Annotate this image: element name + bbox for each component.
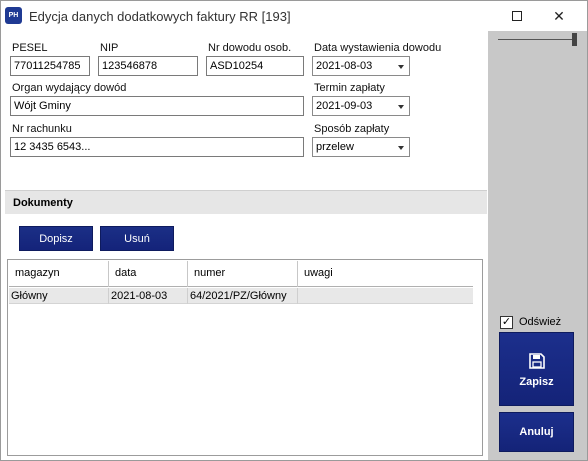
chevron-down-icon bbox=[398, 65, 404, 69]
nip-field[interactable]: 123546878 bbox=[98, 56, 198, 76]
authority-field[interactable]: Wójt Gminy bbox=[10, 96, 304, 116]
maximize-button[interactable] bbox=[497, 1, 537, 31]
documents-title: Dokumenty bbox=[13, 197, 73, 209]
cell-uwagi bbox=[298, 288, 473, 304]
id-number-label: Nr dowodu osob. bbox=[208, 42, 292, 54]
payment-method-select[interactable]: przelew bbox=[312, 137, 410, 157]
issue-date-value: 2021-08-03 bbox=[316, 60, 373, 72]
account-field[interactable]: 12 3435 6543... bbox=[10, 137, 304, 157]
due-date-value: 2021-09-03 bbox=[316, 100, 373, 112]
window-title: Edycja danych dodatkowych faktury RR [19… bbox=[29, 9, 291, 24]
cancel-button[interactable]: Anuluj bbox=[499, 412, 574, 452]
issue-date-picker[interactable]: 2021-08-03 bbox=[312, 56, 410, 76]
pesel-field[interactable]: 77011254785 bbox=[10, 56, 90, 76]
floppy-disk-icon bbox=[529, 353, 545, 369]
scroll-thumb[interactable] bbox=[572, 33, 577, 46]
app-logo-icon: PH bbox=[5, 7, 22, 24]
table-row[interactable]: Główny 2021-08-03 64/2021/PZ/Główny bbox=[9, 288, 473, 304]
table-header: magazyn data numer uwagi bbox=[9, 261, 473, 287]
save-button[interactable]: Zapisz bbox=[499, 332, 574, 406]
checkmark-icon: ✓ bbox=[501, 315, 512, 328]
account-label: Nr rachunku bbox=[12, 123, 72, 135]
due-date-label: Termin zapłaty bbox=[314, 82, 385, 94]
payment-method-label: Sposób zapłaty bbox=[314, 123, 390, 135]
column-header-numer[interactable]: numer bbox=[188, 261, 298, 287]
maximize-icon bbox=[512, 11, 522, 21]
column-header-magazyn[interactable]: magazyn bbox=[9, 261, 109, 287]
column-header-uwagi[interactable]: uwagi bbox=[298, 261, 473, 287]
documents-section-header: Dokumenty bbox=[5, 190, 487, 214]
column-header-data[interactable]: data bbox=[109, 261, 188, 287]
issue-date-label: Data wystawienia dowodu bbox=[314, 42, 442, 54]
title-bar: PH Edycja danych dodatkowych faktury RR … bbox=[1, 1, 587, 31]
cell-numer: 64/2021/PZ/Główny bbox=[188, 288, 298, 304]
due-date-picker[interactable]: 2021-09-03 bbox=[312, 96, 410, 116]
pesel-label: PESEL bbox=[12, 42, 48, 54]
authority-label: Organ wydający dowód bbox=[12, 82, 127, 94]
scroll-track bbox=[498, 39, 576, 40]
dialog-window: PH Edycja danych dodatkowych faktury RR … bbox=[0, 0, 588, 461]
save-label: Zapisz bbox=[519, 376, 554, 388]
nip-label: NIP bbox=[100, 42, 119, 54]
refresh-checkbox[interactable]: ✓ bbox=[500, 315, 513, 329]
chevron-down-icon bbox=[398, 146, 404, 150]
cell-data: 2021-08-03 bbox=[109, 288, 188, 304]
id-number-field[interactable]: ASD10254 bbox=[206, 56, 304, 76]
chevron-down-icon bbox=[398, 105, 404, 109]
documents-table: magazyn data numer uwagi Główny 2021-08-… bbox=[7, 259, 483, 456]
close-icon: ✕ bbox=[553, 7, 565, 24]
cell-magazyn: Główny bbox=[9, 288, 109, 304]
close-button[interactable]: ✕ bbox=[539, 1, 579, 31]
payment-method-value: przelew bbox=[316, 141, 354, 153]
add-document-button[interactable]: Dopisz bbox=[19, 226, 93, 251]
refresh-label: Odśwież bbox=[519, 316, 562, 328]
refresh-option[interactable]: ✓ Odśwież bbox=[500, 314, 561, 330]
remove-document-button[interactable]: Usuń bbox=[100, 226, 174, 251]
